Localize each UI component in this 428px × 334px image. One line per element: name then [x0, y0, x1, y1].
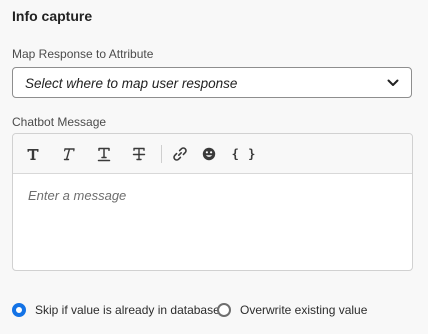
underline-button[interactable] — [93, 143, 115, 165]
radio-skip-label: Skip if value is already in database — [35, 303, 220, 317]
underline-icon — [97, 147, 111, 162]
radio-button-unchecked[interactable] — [217, 303, 231, 317]
radio-button-checked[interactable] — [12, 303, 26, 317]
bold-icon — [27, 149, 39, 160]
radio-skip-if-exists[interactable]: Skip if value is already in database — [12, 302, 220, 318]
chatbot-message-placeholder: Enter a message — [28, 188, 127, 203]
map-response-select[interactable]: Select where to map user response — [12, 67, 412, 98]
editor-toolbar: { } — [13, 134, 412, 174]
chatbot-message-editor: { } Enter a message — [12, 133, 413, 271]
radio-overwrite-label: Overwrite existing value — [240, 303, 368, 317]
map-response-label: Map Response to Attribute — [12, 47, 154, 61]
insert-variable-button[interactable]: { } — [231, 143, 257, 165]
map-response-selected-value: Select where to map user response — [25, 76, 238, 91]
emoji-icon — [202, 147, 216, 161]
radio-overwrite[interactable]: Overwrite existing value — [217, 302, 367, 318]
link-icon — [173, 147, 187, 161]
variable-braces-icon: { } — [231, 147, 257, 161]
chevron-down-icon — [387, 79, 399, 86]
toolbar-divider — [161, 145, 162, 163]
strikethrough-button[interactable] — [128, 143, 150, 165]
emoji-button[interactable] — [198, 143, 220, 165]
info-capture-panel: Info capture Map Response to Attribute S… — [0, 0, 428, 334]
italic-icon — [63, 148, 75, 161]
chatbot-message-input[interactable]: Enter a message — [13, 174, 412, 270]
chatbot-message-label: Chatbot Message — [12, 115, 107, 129]
link-button[interactable] — [169, 143, 191, 165]
bold-button[interactable] — [22, 143, 44, 165]
strikethrough-icon — [132, 147, 146, 161]
italic-button[interactable] — [57, 143, 79, 165]
panel-title: Info capture — [12, 8, 93, 24]
